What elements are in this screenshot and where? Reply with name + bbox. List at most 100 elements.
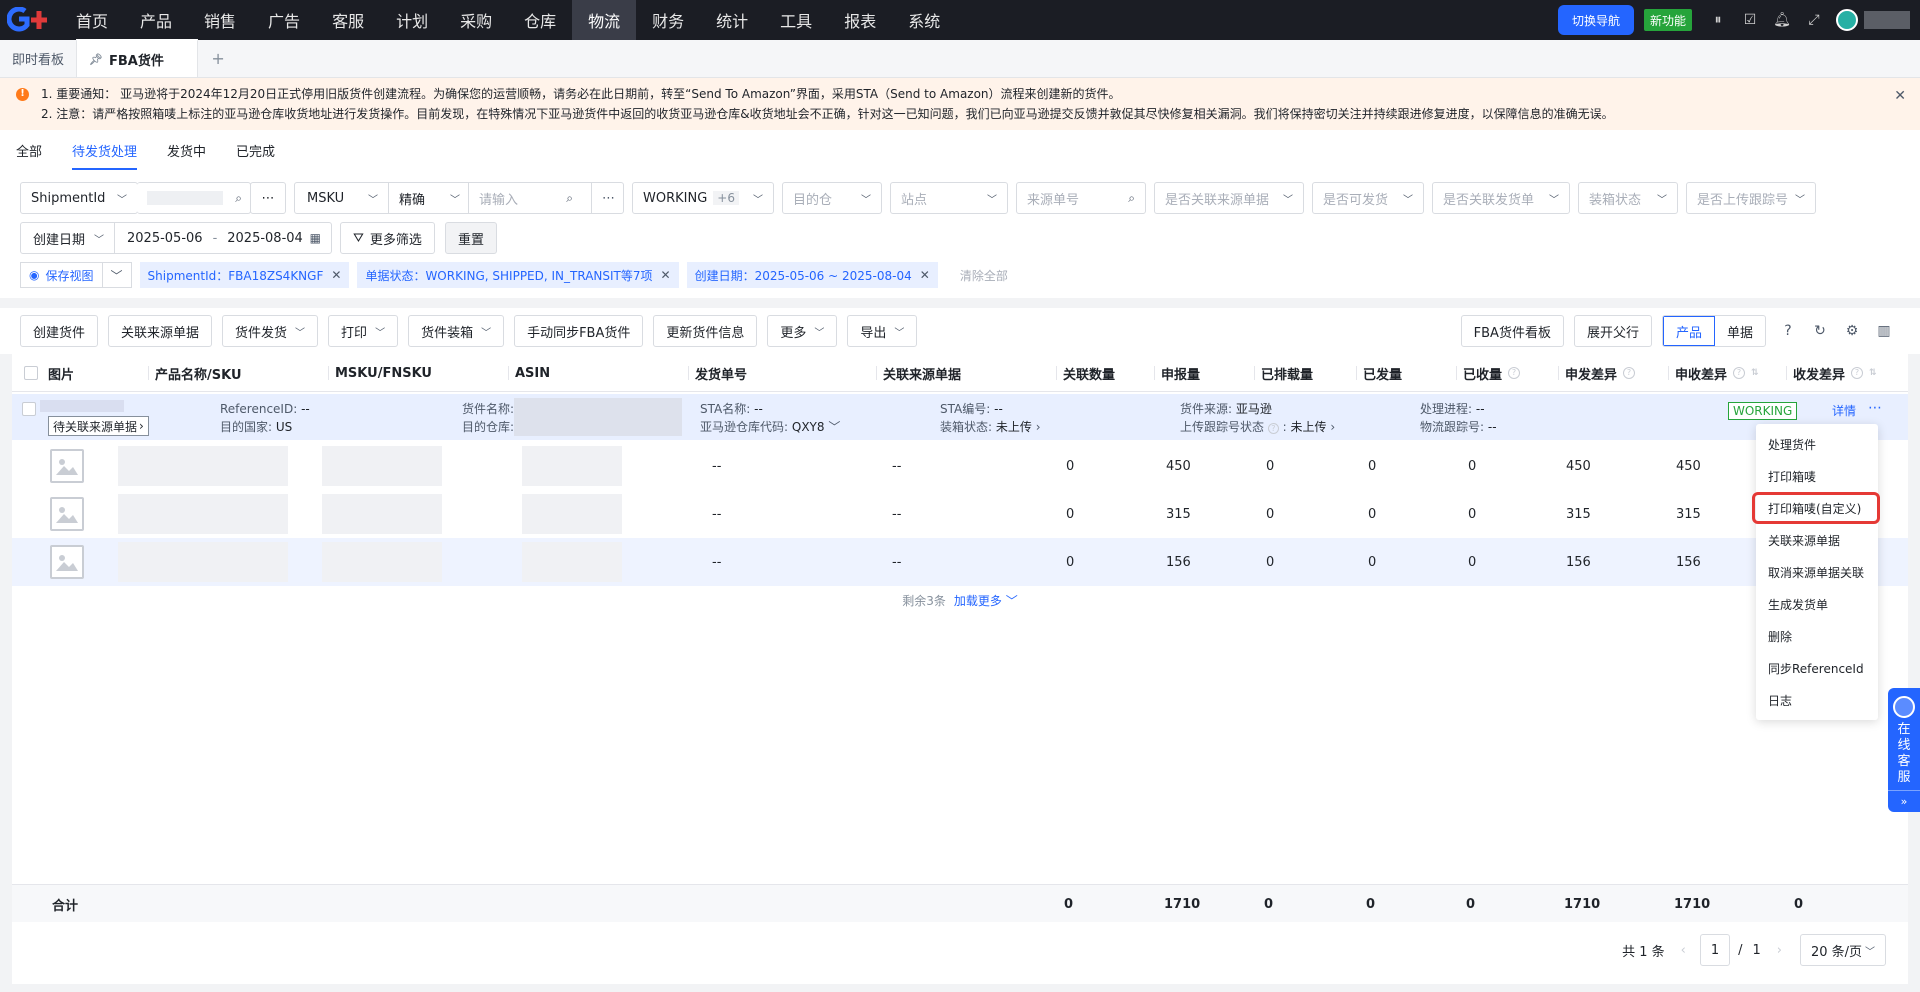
date-to[interactable]: 2025-08-04	[227, 231, 303, 246]
search-icon[interactable]: ⌕	[566, 191, 573, 206]
select-all-checkbox[interactable]	[24, 366, 38, 380]
page-size-select[interactable]: 20 条/页 ﹀	[1800, 934, 1886, 966]
tracking-status[interactable]: 上传跟踪号状态 ? : 未上传 ›	[1180, 418, 1335, 436]
toolbar-button[interactable]: 更新货件信息	[653, 315, 758, 347]
sort-icon[interactable]: ⇅	[1751, 368, 1759, 378]
save-view-dropdown[interactable]: ﹀	[102, 262, 132, 288]
menu-item[interactable]: 关联来源单据	[1756, 524, 1878, 556]
menu-item[interactable]: 生成发货单	[1756, 588, 1878, 620]
expand-icon[interactable]: »	[1888, 790, 1920, 812]
menu-item[interactable]: 同步ReferenceId	[1756, 652, 1878, 684]
pin-icon[interactable]: 📌︎	[89, 53, 103, 66]
close-icon[interactable]: ✕	[331, 268, 341, 282]
calendar-icon[interactable]: ▦	[310, 231, 321, 245]
subtab-3[interactable]: 已完成	[236, 130, 275, 170]
refresh-icon[interactable]: ↻	[1804, 315, 1836, 347]
menu-item[interactable]: 删除	[1756, 620, 1878, 652]
nav-item[interactable]: 产品	[124, 0, 188, 40]
toolbar-button[interactable]: 导出 ﹀	[847, 315, 918, 347]
clear-all-link[interactable]: 清除全部	[960, 267, 1008, 284]
shipment-id-input[interactable]: ⌕	[137, 182, 251, 214]
nav-item[interactable]: 仓库	[508, 0, 572, 40]
settings-icon[interactable]: ⚙	[1836, 315, 1868, 347]
menu-item[interactable]: 日志	[1756, 684, 1878, 716]
sort-icon[interactable]: ⇅	[1869, 368, 1877, 378]
wh-code[interactable]: 亚马逊仓库代码: QXY8 ﹀	[700, 418, 840, 436]
subtab-2[interactable]: 发货中	[167, 130, 206, 170]
packing-status[interactable]: 装箱状态: 未上传 ›	[940, 418, 1041, 436]
nav-item[interactable]: 工具	[764, 0, 828, 40]
more-options-icon[interactable]: ⋯	[591, 183, 615, 213]
menu-item[interactable]: 取消来源单据关联	[1756, 556, 1878, 588]
more-options-icon[interactable]: ⋯	[250, 182, 286, 214]
menu-item[interactable]: 打印箱唛(自定义)	[1752, 492, 1880, 524]
toolbar-button[interactable]: 关联来源单据	[108, 315, 213, 347]
nav-item[interactable]: 首页	[60, 0, 124, 40]
nav-item[interactable]: 计划	[380, 0, 444, 40]
bell-icon[interactable]: 🔔︎	[1766, 0, 1798, 40]
fba-board-button[interactable]: FBA货件看板	[1460, 315, 1564, 347]
menu-item[interactable]: 打印箱唛	[1756, 460, 1878, 492]
status-select[interactable]: WORKING +6 ﹀	[632, 182, 774, 214]
nav-item[interactable]: 报表	[828, 0, 892, 40]
toolbar-button[interactable]: 货件装箱 ﹀	[408, 315, 505, 347]
dest-warehouse-select[interactable]: 目的仓 ﹀	[782, 182, 882, 214]
nav-item[interactable]: 财务	[636, 0, 700, 40]
help-icon[interactable]: ?	[1733, 367, 1746, 379]
linked-source-select[interactable]: 是否关联来源单据 ﹀	[1154, 182, 1304, 214]
nav-item[interactable]: 客服	[316, 0, 380, 40]
site-select[interactable]: 站点 ﹀	[890, 182, 1008, 214]
more-filters-button[interactable]: ⛛ 更多筛选	[340, 222, 435, 254]
close-icon[interactable]: ✕	[661, 268, 671, 282]
toolbar-button[interactable]: 创建货件	[20, 315, 99, 347]
toolbar-button[interactable]: 手动同步FBA货件	[514, 315, 644, 347]
load-more-link[interactable]: 加载更多 ﹀	[954, 592, 1018, 609]
subtab-1[interactable]: 待发货处理	[72, 130, 138, 170]
nav-item[interactable]: 销售	[188, 0, 252, 40]
more-actions-icon[interactable]: ⋯	[1868, 400, 1882, 416]
view-product-button[interactable]: 产品	[1662, 316, 1715, 346]
row-checkbox[interactable]	[22, 402, 36, 416]
expand-parent-button[interactable]: 展开父行	[1573, 315, 1652, 347]
nav-item[interactable]: 广告	[252, 0, 316, 40]
link-source-doc-button[interactable]: 待关联来源单据 ›	[48, 416, 149, 436]
nav-item[interactable]: 统计	[700, 0, 764, 40]
menu-item[interactable]: 处理货件	[1756, 428, 1878, 460]
msku-input[interactable]: 请输入	[479, 189, 518, 208]
tab-fba-shipment[interactable]: 📌︎ FBA货件	[76, 39, 199, 77]
match-mode-select[interactable]: 精确 ﹀	[399, 183, 469, 213]
toolbar-button[interactable]: 货件发货 ﹀	[222, 315, 319, 347]
pause-icon[interactable]: ⏸	[1702, 0, 1734, 40]
prev-page-icon[interactable]: ‹	[1681, 943, 1686, 958]
toolbar-button[interactable]: 更多 ﹀	[767, 315, 838, 347]
avatar[interactable]	[1836, 9, 1858, 31]
source-no-input[interactable]: 来源单号 ⌕	[1016, 182, 1146, 214]
shipment-field-select[interactable]: ShipmentId ﹀	[20, 182, 138, 214]
subtab-0[interactable]: 全部	[16, 130, 42, 170]
fullscreen-icon[interactable]: ⤢	[1798, 0, 1830, 40]
search-icon[interactable]: ⌕	[1128, 191, 1135, 206]
nav-item[interactable]: 系统	[892, 0, 956, 40]
msku-field-select[interactable]: MSKU ﹀	[295, 183, 389, 213]
save-view-button[interactable]: ◉ 保存视图	[20, 262, 103, 288]
help-icon[interactable]: ?	[1267, 423, 1279, 434]
calendar-check-icon[interactable]: ☑	[1734, 0, 1766, 40]
online-service-widget[interactable]: 在线客服 »	[1888, 688, 1920, 812]
close-icon[interactable]: ✕	[920, 268, 930, 282]
packing-status-select[interactable]: 装箱状态 ﹀	[1578, 182, 1678, 214]
help-icon[interactable]: ?	[1772, 315, 1804, 347]
close-icon[interactable]: ✕	[1894, 86, 1906, 106]
help-icon[interactable]: ?	[1851, 367, 1864, 379]
user-name-redacted[interactable]	[1864, 11, 1910, 29]
help-icon[interactable]: ?	[1623, 367, 1636, 379]
nav-item[interactable]: 物流	[572, 0, 637, 40]
tab-home-board[interactable]: 即时看板	[0, 39, 76, 77]
date-field-select[interactable]: 创建日期 ﹀	[21, 223, 115, 253]
reset-button[interactable]: 重置	[444, 222, 497, 254]
linked-ship-select[interactable]: 是否关联发货单 ﹀	[1432, 182, 1570, 214]
new-feature-badge[interactable]: 新功能	[1643, 9, 1692, 31]
page-input[interactable]: 1	[1699, 934, 1731, 966]
next-page-icon[interactable]: ›	[1777, 943, 1782, 958]
columns-icon[interactable]: ▥	[1868, 315, 1900, 347]
search-icon[interactable]: ⌕	[235, 191, 242, 206]
